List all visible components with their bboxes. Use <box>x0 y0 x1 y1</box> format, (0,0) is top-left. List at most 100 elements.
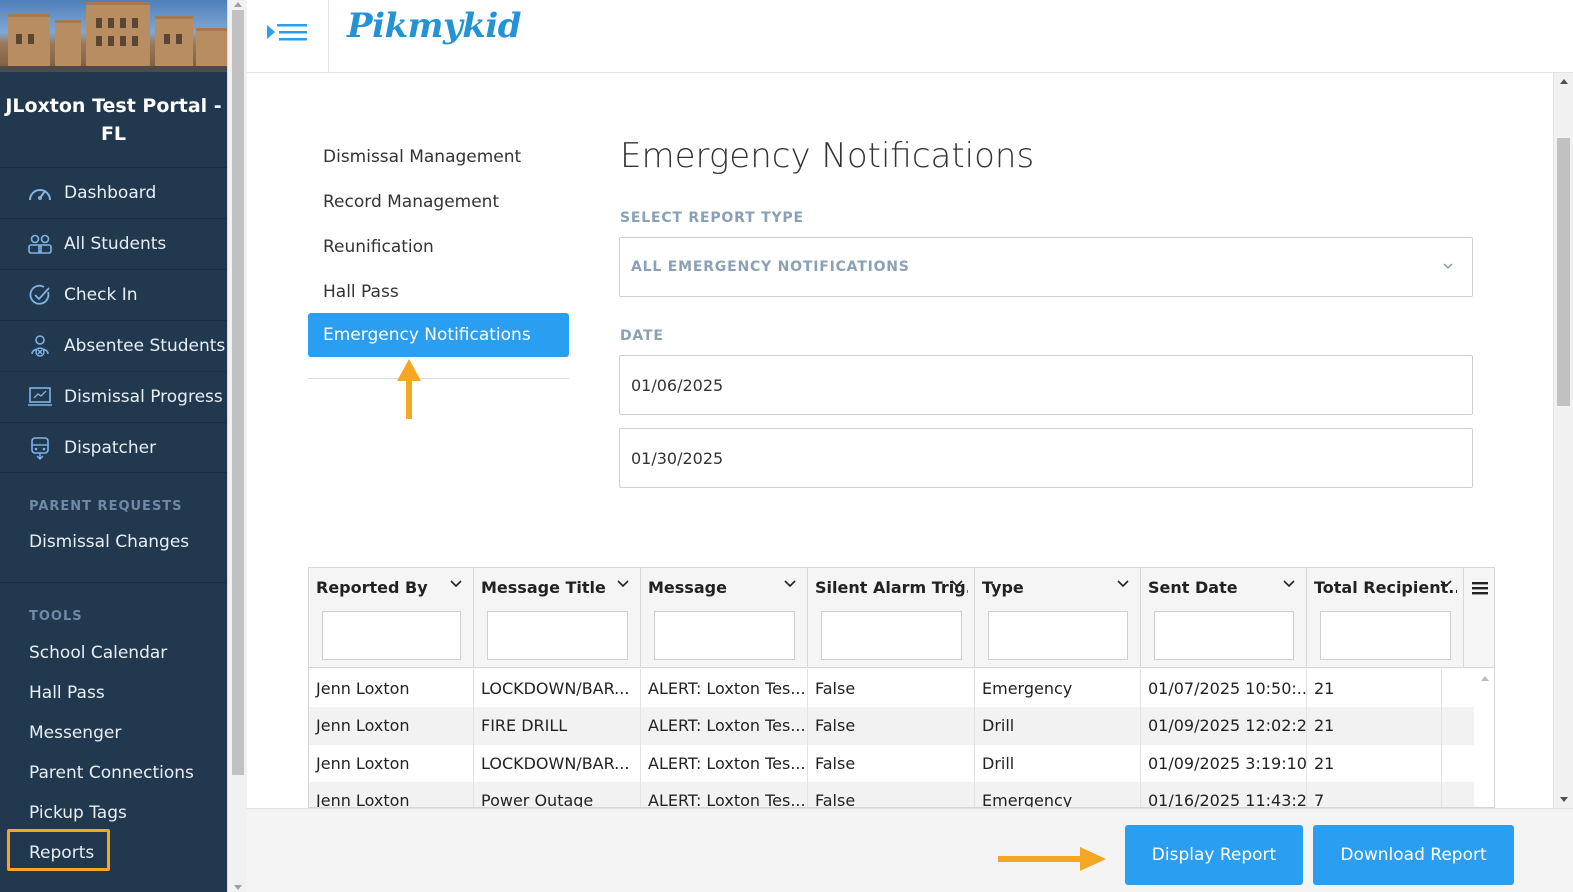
table-cell: Jenn Loxton <box>309 669 474 707</box>
scroll-up-icon[interactable] <box>1481 676 1489 681</box>
nav-item-absentee-students[interactable]: Absentee Students <box>0 320 227 371</box>
top-header: Pikmykid <box>247 0 1573 73</box>
column-header[interactable]: Total Recipient... <box>1307 568 1464 668</box>
start-date-input[interactable]: 01/06/2025 <box>619 355 1473 415</box>
grid-scrollbar[interactable] <box>1474 668 1494 807</box>
annotation-arrow-up-icon <box>397 359 421 419</box>
sort-chevron-icon[interactable] <box>1116 577 1130 591</box>
report-menu-dismissal-management[interactable]: Dismissal Management <box>323 147 521 167</box>
table-cell: 01/07/2025 10:50:... <box>1141 669 1307 707</box>
monitor-icon <box>27 384 53 410</box>
nav-label: Check In <box>64 285 138 305</box>
table-cell: FIRE DRILL <box>474 706 641 745</box>
parent-connections-link[interactable]: Parent Connections <box>29 763 194 783</box>
sidebar-scrollbar[interactable] <box>227 0 247 892</box>
parent-requests-heading: PARENT REQUESTS <box>29 499 183 514</box>
pickup-tags-link[interactable]: Pickup Tags <box>29 803 127 823</box>
column-filter-input[interactable] <box>654 611 795 660</box>
messenger-link[interactable]: Messenger <box>29 723 121 743</box>
scrollbar-thumb[interactable] <box>1557 138 1570 406</box>
nav-label: Dispatcher <box>64 438 157 458</box>
column-header[interactable]: Type <box>975 568 1141 668</box>
table-cell: Power Outage <box>474 781 641 807</box>
nav-item-dismissal-progress[interactable]: Dismissal Progress <box>0 371 227 422</box>
column-header[interactable]: Message <box>641 568 808 668</box>
display-report-button[interactable]: Display Report <box>1125 825 1303 885</box>
nav-label: Absentee Students <box>64 336 226 356</box>
scroll-up-icon[interactable] <box>1560 79 1568 84</box>
column-filter-input[interactable] <box>1320 611 1451 660</box>
table-row[interactable]: Jenn Loxton LOCKDOWN/BAR... ALERT: Loxton … <box>309 669 1474 707</box>
nav-item-check-in[interactable]: Check In <box>0 269 227 320</box>
table-cell: Emergency <box>975 669 1141 707</box>
column-filter-input[interactable] <box>821 611 962 660</box>
table-cell: False <box>808 706 975 745</box>
scroll-down-icon[interactable] <box>1560 797 1568 802</box>
sort-chevron-icon[interactable] <box>1439 577 1453 591</box>
pikmykid-logo[interactable]: Pikmykid <box>347 6 522 46</box>
date-label: DATE <box>620 328 664 344</box>
scroll-up-icon[interactable] <box>234 2 242 7</box>
sort-chevron-icon[interactable] <box>616 577 630 591</box>
report-menu-record-management[interactable]: Record Management <box>323 192 499 212</box>
report-menu-reunification[interactable]: Reunification <box>323 237 434 257</box>
table-cell: 01/09/2025 12:02:21 <box>1141 706 1307 745</box>
content-scrollbar[interactable] <box>1553 73 1573 808</box>
table-row[interactable]: Jenn Loxton Power Outage ALERT: Loxton Tes… <box>309 781 1474 807</box>
table-row[interactable]: Jenn Loxton FIRE DRILL ALERT: Loxton Tes..… <box>309 706 1474 745</box>
page-title: Emergency Notifications <box>620 136 1035 176</box>
report-grid: Reported By Message Title Message Silent Al… <box>308 567 1495 808</box>
hamburger-menu-icon <box>267 24 307 41</box>
column-header[interactable]: Reported By <box>309 568 474 668</box>
grid-column-menu-button[interactable] <box>1464 568 1494 608</box>
table-row[interactable]: Jenn Loxton LOCKDOWN/BAR... ALERT: Loxton … <box>309 744 1474 782</box>
report-menu-hall-pass[interactable]: Hall Pass <box>323 282 399 302</box>
table-cell: ALERT: Loxton Tes... <box>641 781 808 807</box>
table-cell: 21 <box>1307 706 1442 745</box>
table-cell: Drill <box>975 706 1141 745</box>
nav-item-dashboard[interactable]: Dashboard <box>0 167 227 218</box>
sort-chevron-icon[interactable] <box>1282 577 1296 591</box>
table-cell: Jenn Loxton <box>309 706 474 745</box>
dismissal-changes-link[interactable]: Dismissal Changes <box>29 532 189 552</box>
report-menu-emergency-notifications[interactable]: Emergency Notifications <box>308 313 569 357</box>
menu-divider <box>308 378 569 379</box>
table-cell: Emergency <box>975 781 1141 807</box>
column-filter-input[interactable] <box>988 611 1128 660</box>
column-title: Sent Date <box>1148 578 1238 597</box>
table-cell: False <box>808 781 975 807</box>
column-title: Silent Alarm Trig... <box>815 578 968 597</box>
sort-chevron-icon[interactable] <box>783 577 797 591</box>
table-cell: 01/09/2025 3:19:10 <box>1141 744 1307 782</box>
dashboard-icon <box>27 180 53 206</box>
scrollbar-thumb[interactable] <box>232 10 244 775</box>
column-filter-input[interactable] <box>487 611 628 660</box>
sidebar: JLoxton Test Portal - FL Dashboard All S… <box>0 0 227 892</box>
sort-chevron-icon[interactable] <box>950 577 964 591</box>
portal-name: JLoxton Test Portal - FL <box>5 95 222 145</box>
table-cell: LOCKDOWN/BAR... <box>474 669 641 707</box>
table-cell: ALERT: Loxton Tes... <box>641 669 808 707</box>
column-filter-input[interactable] <box>1154 611 1294 660</box>
list-menu-icon <box>1472 582 1488 595</box>
absentee-icon <box>27 333 53 359</box>
column-title: Message <box>648 578 727 597</box>
hall-pass-link[interactable]: Hall Pass <box>29 683 105 703</box>
school-photo <box>0 0 227 72</box>
column-header[interactable]: Message Title <box>474 568 641 668</box>
column-filter-input[interactable] <box>322 611 461 660</box>
school-calendar-link[interactable]: School Calendar <box>29 643 167 663</box>
nav-item-all-students[interactable]: All Students <box>0 218 227 269</box>
column-header[interactable]: Sent Date <box>1141 568 1307 668</box>
report-type-select[interactable]: ALL EMERGENCY NOTIFICATIONS <box>619 237 1473 297</box>
sort-chevron-icon[interactable] <box>449 577 463 591</box>
menu-toggle-button[interactable] <box>247 0 329 72</box>
scroll-down-icon[interactable] <box>234 885 242 890</box>
nav-item-dispatcher[interactable]: Dispatcher <box>0 422 227 473</box>
tools-heading: TOOLS <box>29 609 83 624</box>
download-report-button[interactable]: Download Report <box>1313 825 1514 885</box>
column-header[interactable]: Silent Alarm Trig... <box>808 568 975 668</box>
report-type-label: SELECT REPORT TYPE <box>620 210 804 226</box>
table-cell: ALERT: Loxton Tes... <box>641 744 808 782</box>
end-date-input[interactable]: 01/30/2025 <box>619 428 1473 488</box>
